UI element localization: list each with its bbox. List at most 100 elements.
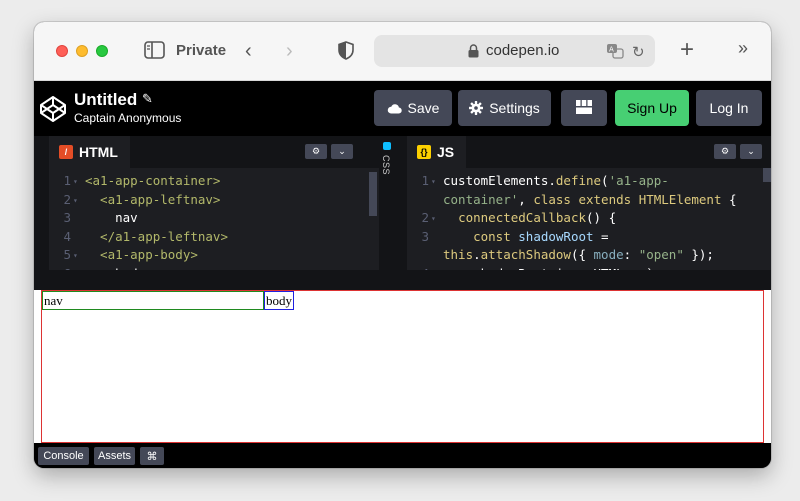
- code-token: <a1-app-leftnav>: [85, 191, 221, 207]
- js-settings-button[interactable]: ⚙: [714, 144, 736, 159]
- code-token: 'a1-app-: [608, 173, 669, 188]
- code-text: const shadowRoot =: [443, 228, 609, 247]
- fold-toggle-icon[interactable]: ▾: [73, 247, 78, 266]
- code-text: this.attachShadow({ mode: "open" });: [443, 246, 714, 265]
- close-window-button[interactable]: [56, 45, 68, 57]
- code-token: <a1-app-container>: [85, 173, 221, 188]
- tab-html[interactable]: / HTML: [49, 136, 130, 168]
- js-editor-scrollbar[interactable]: [763, 168, 771, 182]
- code-text: container', class extends HTMLElement {: [443, 191, 737, 210]
- code-text: connectedCallback() {: [443, 209, 616, 228]
- html-collapse-button[interactable]: ⌄: [331, 144, 353, 159]
- code-token: ({: [570, 247, 594, 262]
- css-editor-collapsed[interactable]: CSS: [379, 136, 395, 270]
- html-editor-scrollbar[interactable]: [369, 172, 377, 216]
- code-line: 3 nav: [49, 209, 379, 228]
- code-token: </a1-app-leftnav>: [85, 228, 228, 244]
- line-number: 3: [421, 228, 429, 244]
- browser-window: Private ‹ › codepen.io A ↻ + » Untitled …: [34, 22, 771, 468]
- code-token: :: [623, 247, 639, 262]
- fold-toggle-icon[interactable]: ▾: [73, 173, 78, 192]
- code-text: customElements.define('a1-app-: [443, 172, 669, 191]
- html-settings-button[interactable]: ⚙: [305, 144, 327, 159]
- save-button[interactable]: Save: [374, 90, 452, 126]
- code-token: =: [593, 228, 609, 244]
- codepen-header: Untitled ✎ Captain Anonymous Save Settin…: [34, 81, 771, 136]
- css-tab-label: CSS: [381, 155, 391, 176]
- minimize-window-button[interactable]: [76, 45, 88, 57]
- code-line: 5 ▾ <a1-app-body>: [49, 246, 379, 265]
- fold-toggle-icon[interactable]: ▾: [431, 210, 436, 229]
- code-token: nav: [85, 210, 138, 225]
- codepen-logo-icon[interactable]: [40, 96, 66, 122]
- js-code-area[interactable]: 1 ▾ customElements.define('a1-app-containe…: [407, 168, 771, 270]
- code-token: connectedCallback: [458, 210, 586, 225]
- zoom-window-button[interactable]: [96, 45, 108, 57]
- console-button[interactable]: Console: [38, 447, 89, 465]
- browser-toolbar: Private ‹ › codepen.io A ↻ + »: [34, 22, 771, 81]
- code-token: class extends: [533, 191, 639, 207]
- lock-icon: [468, 44, 479, 58]
- code-token: () {: [586, 210, 617, 225]
- line-number: 2: [63, 191, 71, 207]
- code-token: .: [473, 247, 481, 262]
- code-token: {: [721, 191, 737, 207]
- tab-js[interactable]: {} JS: [407, 136, 467, 168]
- edit-title-icon[interactable]: ✎: [142, 91, 153, 107]
- code-token: attachShadow: [480, 247, 571, 262]
- translate-icon[interactable]: A: [606, 43, 624, 59]
- preview-resize-handle[interactable]: [34, 270, 771, 290]
- codepen-footer: Console Assets ⌘: [34, 443, 771, 468]
- settings-button[interactable]: Settings: [458, 90, 551, 126]
- code-token: mode: [593, 247, 624, 262]
- sidebar-icon[interactable]: [144, 41, 165, 59]
- code-line: 1 ▾ <a1-app-container>: [49, 172, 379, 191]
- pen-title[interactable]: Untitled: [74, 90, 137, 110]
- assets-button[interactable]: Assets: [94, 447, 135, 465]
- code-text: nav: [85, 209, 138, 228]
- code-token: <a1-app-body>: [85, 247, 198, 262]
- editors-panel: / HTML ⚙ ⌄ 1 ▾ <a1-app-container> 2 ▾ <a1-ap…: [34, 136, 771, 270]
- fold-toggle-icon[interactable]: ▾: [431, 173, 436, 192]
- code-token: (: [601, 173, 609, 188]
- line-number: 5: [63, 247, 71, 262]
- address-bar[interactable]: codepen.io A ↻: [374, 35, 655, 67]
- more-tabs-button[interactable]: »: [738, 38, 748, 59]
- fold-toggle-icon[interactable]: ▾: [73, 192, 78, 211]
- privacy-shield-icon[interactable]: [338, 41, 354, 60]
- code-line: 3 const shadowRoot =: [407, 228, 771, 247]
- code-text: <a1-app-body>: [85, 246, 198, 265]
- code-token: customElements.: [443, 173, 556, 188]
- line-number: 2: [421, 210, 429, 225]
- reload-icon[interactable]: ↻: [632, 43, 645, 61]
- login-button[interactable]: Log In: [696, 90, 762, 126]
- js-editor-header: {} JS ⚙ ⌄: [407, 136, 771, 168]
- js-collapse-button[interactable]: ⌄: [740, 144, 762, 159]
- save-label: Save: [407, 100, 440, 116]
- css-icon: [383, 142, 391, 150]
- svg-text:A: A: [609, 46, 614, 54]
- preview-frame[interactable]: nav body: [34, 290, 771, 443]
- html-editor-header: / HTML ⚙ ⌄: [49, 136, 379, 168]
- layout-grid-icon: [576, 99, 592, 117]
- back-button[interactable]: ‹: [245, 40, 252, 63]
- forward-button[interactable]: ›: [286, 40, 293, 63]
- signup-button[interactable]: Sign Up: [615, 90, 689, 126]
- keyboard-shortcuts-button[interactable]: ⌘: [140, 447, 164, 465]
- code-text: <a1-app-container>: [85, 172, 220, 191]
- change-layout-button[interactable]: [561, 90, 607, 126]
- code-token: container': [443, 191, 519, 207]
- new-tab-button[interactable]: +: [680, 36, 694, 64]
- html-code-area[interactable]: 1 ▾ <a1-app-container> 2 ▾ <a1-app-leftnav> 3…: [49, 168, 379, 270]
- settings-label: Settings: [489, 100, 540, 116]
- js-editor[interactable]: {} JS ⚙ ⌄ 1 ▾ customElements.define('a1-ap…: [407, 136, 771, 270]
- cloud-icon: [387, 103, 402, 114]
- code-token: HTMLElement: [638, 191, 722, 207]
- html-editor[interactable]: / HTML ⚙ ⌄ 1 ▾ <a1-app-container> 2 ▾ <a1-ap…: [49, 136, 379, 270]
- body-preview: body: [264, 291, 294, 310]
- editor-divider[interactable]: [395, 136, 407, 270]
- code-text: </a1-app-leftnav>: [85, 228, 228, 247]
- code-text: <a1-app-leftnav>: [85, 191, 220, 210]
